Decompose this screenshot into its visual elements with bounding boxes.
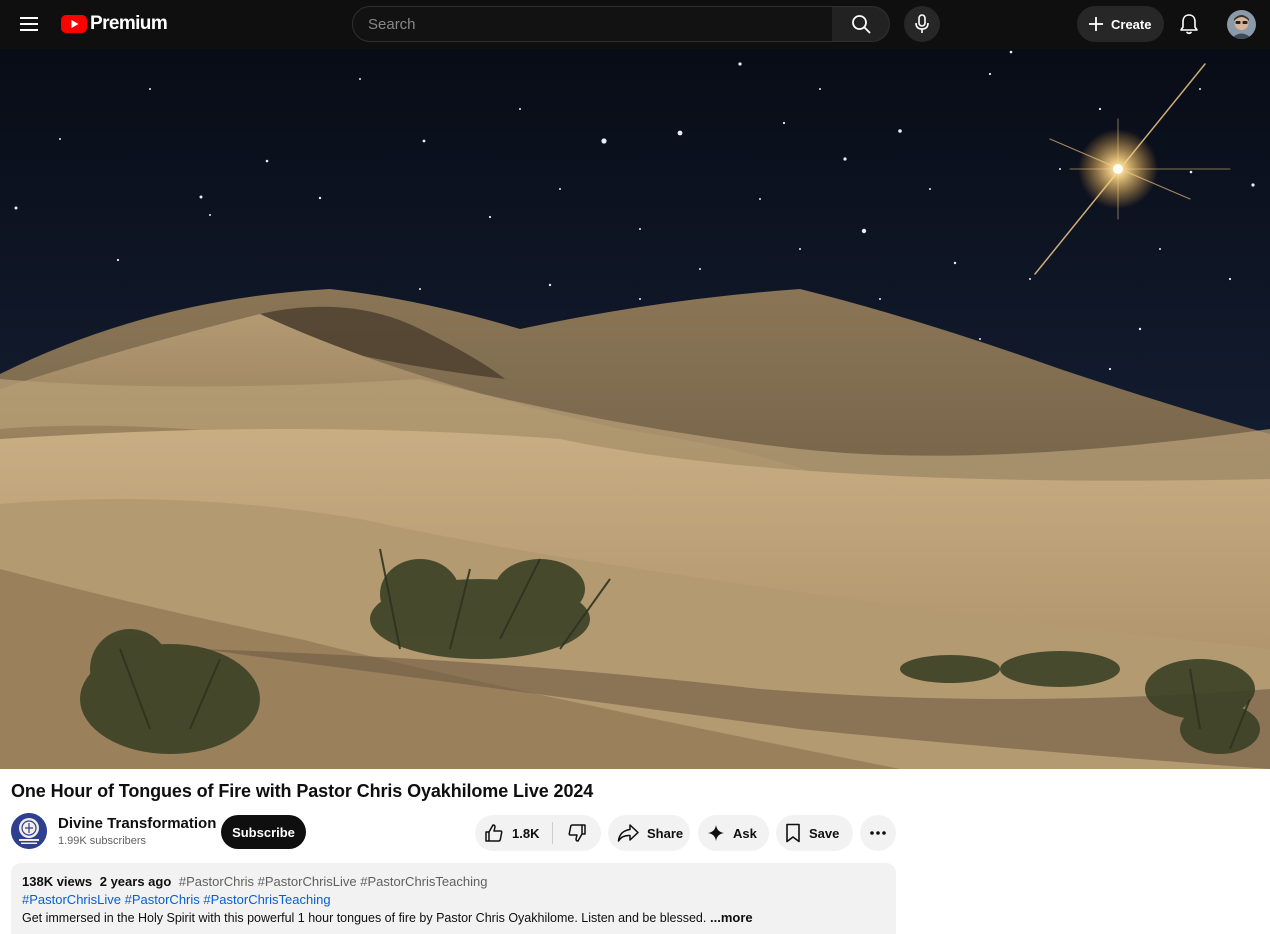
logo-text: Premium bbox=[90, 13, 168, 34]
more-actions-button[interactable] bbox=[860, 815, 896, 851]
like-dislike-group: 1.8K bbox=[475, 815, 601, 851]
subscriber-count: 1.99K subscribers bbox=[58, 835, 147, 847]
like-icon bbox=[485, 824, 503, 842]
dislike-button[interactable] bbox=[553, 815, 601, 851]
video-title: One Hour of Tongues of Fire with Pastor … bbox=[11, 781, 594, 801]
upload-age: 2 years ago bbox=[99, 874, 172, 889]
show-more-link[interactable]: ...more bbox=[710, 910, 753, 925]
search-box bbox=[352, 6, 833, 42]
more-horizontal-icon bbox=[870, 831, 886, 835]
search-icon bbox=[851, 15, 870, 34]
share-icon bbox=[617, 824, 639, 842]
top-hashtags[interactable]: #PastorChris #PastorChrisLive #PastorChr… bbox=[179, 874, 488, 889]
youtube-premium-logo[interactable]: Premium bbox=[61, 13, 168, 35]
save-label: Save bbox=[809, 825, 840, 841]
dislike-icon bbox=[568, 824, 586, 842]
channel-logo-icon bbox=[11, 813, 47, 849]
search-input[interactable] bbox=[353, 7, 832, 41]
hashtag-link[interactable]: #PastorChrisLive bbox=[22, 892, 121, 907]
search-button[interactable] bbox=[832, 6, 890, 42]
share-button[interactable]: Share bbox=[608, 815, 690, 851]
description-box[interactable]: 138K views 2 years ago #PastorChris #Pas… bbox=[11, 863, 896, 934]
description-text-line: Get immersed in the Holy Spirit with thi… bbox=[22, 909, 885, 927]
share-label: Share bbox=[647, 825, 684, 841]
hashtag-link[interactable]: #PastorChrisTeaching bbox=[203, 892, 330, 907]
channel-name[interactable]: Divine Transformation bbox=[58, 815, 216, 832]
notifications-button[interactable] bbox=[1170, 6, 1208, 42]
account-avatar[interactable] bbox=[1227, 10, 1256, 39]
youtube-logo-icon bbox=[61, 15, 87, 33]
mic-icon bbox=[915, 14, 929, 33]
ask-button[interactable]: Ask bbox=[698, 815, 769, 851]
view-count: 138K views bbox=[22, 874, 93, 889]
menu-icon bbox=[20, 17, 38, 31]
masthead: Premium Create bbox=[0, 0, 1270, 49]
create-button[interactable]: Create bbox=[1077, 6, 1164, 42]
description-text: Get immersed in the Holy Spirit with thi… bbox=[22, 911, 707, 925]
hashtag-links: #PastorChrisLive #PastorChris #PastorChr… bbox=[22, 891, 885, 909]
bell-icon bbox=[1180, 14, 1198, 35]
bookmark-icon bbox=[786, 823, 800, 843]
sparkle-icon bbox=[708, 825, 724, 841]
video-player[interactable] bbox=[0, 49, 1270, 769]
channel-avatar[interactable] bbox=[11, 813, 47, 849]
description-meta: 138K views 2 years ago #PastorChris #Pas… bbox=[22, 873, 885, 891]
like-count: 1.8K bbox=[512, 825, 540, 841]
video-frame-desert-night bbox=[0, 49, 1270, 769]
create-label: Create bbox=[1111, 16, 1152, 32]
voice-search-button[interactable] bbox=[904, 6, 940, 42]
ask-label: Ask bbox=[733, 825, 757, 841]
guide-menu-button[interactable] bbox=[12, 7, 46, 41]
user-avatar-icon bbox=[1227, 10, 1256, 39]
like-button[interactable]: 1.8K bbox=[475, 815, 539, 851]
hashtag-link[interactable]: #PastorChris bbox=[125, 892, 200, 907]
save-button[interactable]: Save bbox=[776, 815, 853, 851]
subscribe-button[interactable]: Subscribe bbox=[221, 815, 306, 849]
plus-icon bbox=[1089, 17, 1103, 31]
